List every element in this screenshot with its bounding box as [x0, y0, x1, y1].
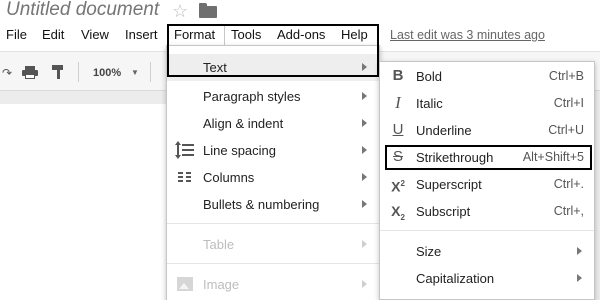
last-edit-link[interactable]: Last edit was 3 minutes ago: [390, 28, 545, 42]
chevron-right-icon: [362, 200, 367, 208]
chevron-right-icon: [362, 280, 367, 288]
subscript-icon: X2: [391, 203, 405, 222]
document-page[interactable]: [0, 104, 166, 300]
menu-item-shortcut: Ctrl+,: [553, 204, 584, 218]
menu-item-label: Bold: [416, 69, 443, 84]
format-menu-item-align-indent[interactable]: Align & indent: [167, 110, 379, 137]
menu-item-shortcut: Ctrl+U: [548, 123, 584, 137]
chevron-right-icon: [362, 146, 367, 154]
menu-divider: [380, 230, 594, 231]
menu-item-shortcut: Ctrl+I: [553, 96, 584, 110]
format-menu-item-paragraph-styles[interactable]: Paragraph styles: [167, 83, 379, 110]
menu-item-label: Capitalization: [416, 271, 495, 286]
zoom-select[interactable]: 100%: [93, 67, 121, 79]
chevron-down-icon[interactable]: ▼: [131, 68, 139, 77]
menu-item-shortcut: Ctrl+.: [553, 177, 584, 191]
italic-icon: I: [395, 93, 401, 112]
menu-file[interactable]: File: [6, 27, 27, 42]
format-menu-item-table: Table: [167, 231, 379, 258]
text-submenu-item-italic[interactable]: I Italic Ctrl+I: [380, 90, 594, 117]
menu-item-label: Italic: [416, 96, 443, 111]
bold-icon: B: [392, 67, 404, 84]
menu-item-label: Subscript: [416, 204, 471, 219]
image-icon: [176, 275, 194, 293]
highlight-box-format-menu: [167, 24, 379, 77]
print-icon[interactable]: [22, 66, 38, 79]
menu-item-shortcut: Ctrl+B: [548, 69, 584, 83]
underline-icon: U: [392, 121, 404, 138]
text-submenu-item-bold[interactable]: B Bold Ctrl+B: [380, 63, 594, 90]
menu-item-label: Columns: [203, 170, 255, 185]
redo-icon[interactable]: ↷: [2, 66, 12, 80]
menu-item-label: Line spacing: [203, 143, 276, 158]
menu-item-label: Table: [203, 237, 235, 252]
toolbar-divider: [150, 62, 151, 82]
chevron-right-icon: [577, 274, 582, 282]
folder-icon[interactable]: [199, 3, 217, 18]
format-menu-item-bullets-numbering[interactable]: Bullets & numbering: [167, 191, 379, 218]
menu-item-label: Underline: [416, 123, 472, 138]
document-title[interactable]: Untitled document: [6, 0, 159, 21]
menu-divider: [167, 223, 379, 224]
text-submenu-item-subscript[interactable]: X2 Subscript Ctrl+,: [380, 198, 594, 225]
toolbar-divider: [78, 62, 79, 82]
text-submenu-item-underline[interactable]: U Underline Ctrl+U: [380, 117, 594, 144]
menu-item-label: Align & indent: [203, 116, 284, 131]
text-submenu-item-superscript[interactable]: X2 Superscript Ctrl+.: [380, 171, 594, 198]
format-menu: Text Paragraph styles Align & indent Lin…: [166, 45, 380, 300]
paint-format-icon[interactable]: [52, 65, 64, 79]
chevron-right-icon: [362, 119, 367, 127]
text-submenu-item-capitalization[interactable]: Capitalization: [380, 265, 594, 292]
text-submenu-item-size[interactable]: Size: [380, 238, 594, 265]
menu-item-label: Image: [203, 277, 240, 292]
menu-insert[interactable]: Insert: [125, 27, 158, 42]
format-menu-item-columns[interactable]: Columns: [167, 164, 379, 191]
menu-item-label: Paragraph styles: [203, 89, 301, 104]
line-spacing-icon: [175, 141, 194, 159]
chevron-right-icon: [577, 247, 582, 255]
menu-item-label: Superscript: [416, 177, 482, 192]
star-icon[interactable]: ☆: [172, 1, 188, 22]
menu-item-label: Bullets & numbering: [203, 197, 320, 212]
menu-view[interactable]: View: [81, 27, 109, 42]
chevron-right-icon: [362, 92, 367, 100]
format-menu-item-line-spacing[interactable]: Line spacing: [167, 137, 379, 164]
format-menu-item-image: Image: [167, 271, 379, 298]
superscript-icon: X2: [391, 178, 405, 195]
chevron-right-icon: [362, 173, 367, 181]
text-submenu: B Bold Ctrl+B I Italic Ctrl+I U Underlin…: [379, 61, 595, 300]
columns-icon: [176, 168, 194, 186]
menu-divider: [167, 263, 379, 264]
highlight-box-strikethrough: [385, 145, 592, 170]
chevron-right-icon: [362, 240, 367, 248]
menu-item-label: Size: [416, 244, 442, 259]
menu-edit[interactable]: Edit: [42, 27, 64, 42]
